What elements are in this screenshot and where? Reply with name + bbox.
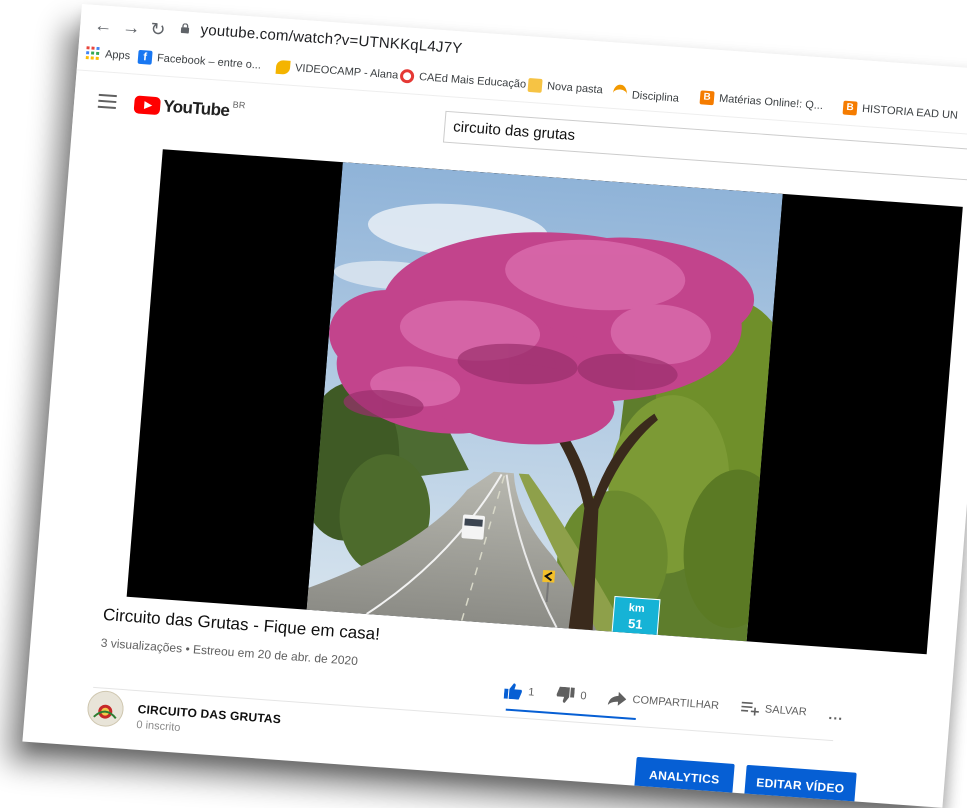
km-sign-line2: 51 <box>613 615 658 633</box>
bookmark-disciplina[interactable]: Disciplina <box>612 84 680 108</box>
analytics-button[interactable]: ANALYTICS <box>634 757 735 798</box>
bookmark-apps[interactable]: Apps <box>86 46 131 63</box>
bookmark-label: Matérias Online!: Q... <box>719 93 824 112</box>
playlist-add-icon <box>740 701 759 716</box>
more-icon: ... <box>828 706 844 723</box>
subscriber-count: 0 inscrito <box>136 719 181 734</box>
folder-icon <box>528 78 543 93</box>
share-label: COMPARTILHAR <box>632 694 719 712</box>
logo-wordmark: YouTube <box>162 97 230 122</box>
caed-icon <box>400 69 415 84</box>
play-logo-icon <box>134 95 161 115</box>
bookmark-materias[interactable]: B Matérias Online!: Q... <box>700 90 824 113</box>
save-button[interactable]: SALVAR <box>740 701 807 720</box>
bookmark-videocamp[interactable]: VIDEOCAMP - Alana <box>276 60 399 83</box>
video-actions: 1 0 COMPARTILHAR SALVAR <box>504 683 866 725</box>
bookmark-caed[interactable]: CAEd Mais Educação <box>400 69 527 92</box>
menu-icon[interactable] <box>97 94 116 113</box>
search-value: circuito das grutas <box>453 118 576 144</box>
edit-video-button[interactable]: EDITAR VÍDEO <box>744 765 857 807</box>
bookmark-facebook[interactable]: f Facebook – entre o... <box>138 50 262 73</box>
video-frame <box>307 162 783 641</box>
save-label: SALVAR <box>764 703 807 718</box>
thumbs-down-icon <box>556 686 575 703</box>
channel-avatar[interactable] <box>86 690 125 728</box>
bookmark-label: Nova pasta <box>547 80 604 96</box>
bookmark-label: CAEd Mais Educação <box>419 71 527 91</box>
km-sign: km 51 <box>611 596 660 642</box>
lock-icon <box>180 23 190 34</box>
videocamp-icon <box>276 60 291 75</box>
address-bar[interactable]: youtube.com/watch?v=UTNKKqL4J7Y <box>200 22 463 58</box>
dislike-count: 0 <box>580 690 587 702</box>
bookmark-nova-pasta[interactable]: Nova pasta <box>528 78 604 97</box>
bookmark-historia[interactable]: B HISTORIA EAD UN <box>843 101 959 123</box>
bookmark-label: Facebook – entre o... <box>157 52 262 71</box>
youtube-logo[interactable]: YouTube BR <box>133 94 245 122</box>
more-actions-button[interactable]: ... <box>828 706 844 723</box>
region-code: BR <box>232 100 245 111</box>
blogger-icon: B <box>843 101 858 116</box>
bookmark-label: HISTORIA EAD UN <box>862 103 959 122</box>
like-button[interactable]: 1 <box>504 683 535 701</box>
reload-icon[interactable]: ↻ <box>150 19 167 41</box>
bookmark-label: VIDEOCAMP - Alana <box>295 62 399 81</box>
blogger-icon: B <box>700 90 715 105</box>
share-icon <box>608 691 627 706</box>
dislike-button[interactable]: 0 <box>556 686 587 704</box>
thumbs-up-icon <box>504 683 523 700</box>
channel-logo-icon <box>87 691 124 727</box>
bookmark-label: Disciplina <box>631 89 679 104</box>
bookmark-label: Apps <box>105 49 131 63</box>
forward-icon[interactable]: → <box>122 17 142 39</box>
facebook-icon: f <box>138 50 153 65</box>
graduation-cap-icon <box>612 84 628 104</box>
video-meta: 3 visualizações • Estreou em 20 de abr. … <box>100 636 358 668</box>
browser-window: ← → ↻ youtube.com/watch?v=UTNKKqL4J7Y Ap… <box>22 4 967 808</box>
back-icon[interactable]: ← <box>94 15 114 37</box>
apps-grid-icon <box>86 46 101 61</box>
video-player[interactable]: km 51 <box>127 149 963 654</box>
share-button[interactable]: COMPARTILHAR <box>608 691 720 713</box>
like-count: 1 <box>528 686 535 698</box>
